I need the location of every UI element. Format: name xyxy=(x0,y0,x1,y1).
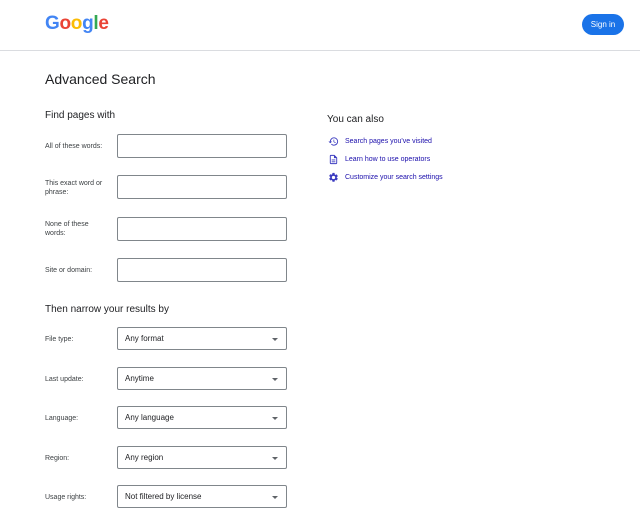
usage-rights-value: Not filtered by license xyxy=(125,492,202,501)
file-type-label: File type: xyxy=(45,336,74,343)
exact-phrase-label: This exact word or phrase: xyxy=(45,180,103,196)
gear-icon xyxy=(327,171,339,183)
last-update-select[interactable]: Anytime xyxy=(117,367,287,390)
page-title: Advanced Search xyxy=(45,71,156,87)
language-value: Any language xyxy=(125,413,174,422)
dropdown-caret-icon xyxy=(272,338,278,341)
usage-rights-select[interactable]: Not filtered by license xyxy=(117,485,287,508)
history-icon xyxy=(327,135,339,147)
language-label: Language: xyxy=(45,415,79,422)
region-label: Region: xyxy=(45,455,70,462)
file-type-select[interactable]: Any format xyxy=(117,327,287,350)
usage-rights-label: Usage rights: xyxy=(45,494,87,501)
document-icon xyxy=(327,153,339,165)
visited-pages-link[interactable]: Search pages you've visited xyxy=(327,135,432,147)
none-words-input[interactable] xyxy=(117,217,287,241)
all-words-label: All of these words: xyxy=(45,143,103,150)
site-domain-label: Site or domain: xyxy=(45,267,93,274)
region-select[interactable]: Any region xyxy=(117,446,287,469)
top-bar: Google Sign in xyxy=(0,0,640,51)
search-settings-text: Customize your search settings xyxy=(345,173,443,181)
dropdown-caret-icon xyxy=(272,457,278,460)
dropdown-caret-icon xyxy=(272,496,278,499)
none-words-label: None of these words: xyxy=(45,221,89,237)
operators-link[interactable]: Learn how to use operators xyxy=(327,153,430,165)
operators-text: Learn how to use operators xyxy=(345,155,431,163)
dropdown-caret-icon xyxy=(272,378,278,381)
logo-letter: o xyxy=(59,13,71,34)
narrow-section-title: Then narrow your results by xyxy=(45,304,169,315)
sign-in-button[interactable]: Sign in xyxy=(582,14,624,35)
last-update-value: Anytime xyxy=(125,374,154,383)
logo-letter: G xyxy=(45,13,60,34)
also-section-title: You can also xyxy=(327,114,384,125)
google-logo[interactable]: Google xyxy=(45,13,109,35)
logo-letter: g xyxy=(82,13,94,34)
all-words-input[interactable] xyxy=(117,134,287,158)
exact-phrase-input[interactable] xyxy=(117,175,287,199)
logo-letter: o xyxy=(70,13,83,34)
site-domain-input[interactable] xyxy=(117,258,287,282)
dropdown-caret-icon xyxy=(272,417,278,420)
last-update-label: Last update: xyxy=(45,376,84,383)
search-settings-link[interactable]: Customize your search settings xyxy=(327,171,443,183)
language-select[interactable]: Any language xyxy=(117,406,287,429)
logo-letter: e xyxy=(98,13,109,34)
file-type-value: Any format xyxy=(125,334,164,343)
find-section-title: Find pages with xyxy=(45,110,116,121)
region-value: Any region xyxy=(125,453,164,462)
visited-pages-text: Search pages you've visited xyxy=(345,137,432,145)
